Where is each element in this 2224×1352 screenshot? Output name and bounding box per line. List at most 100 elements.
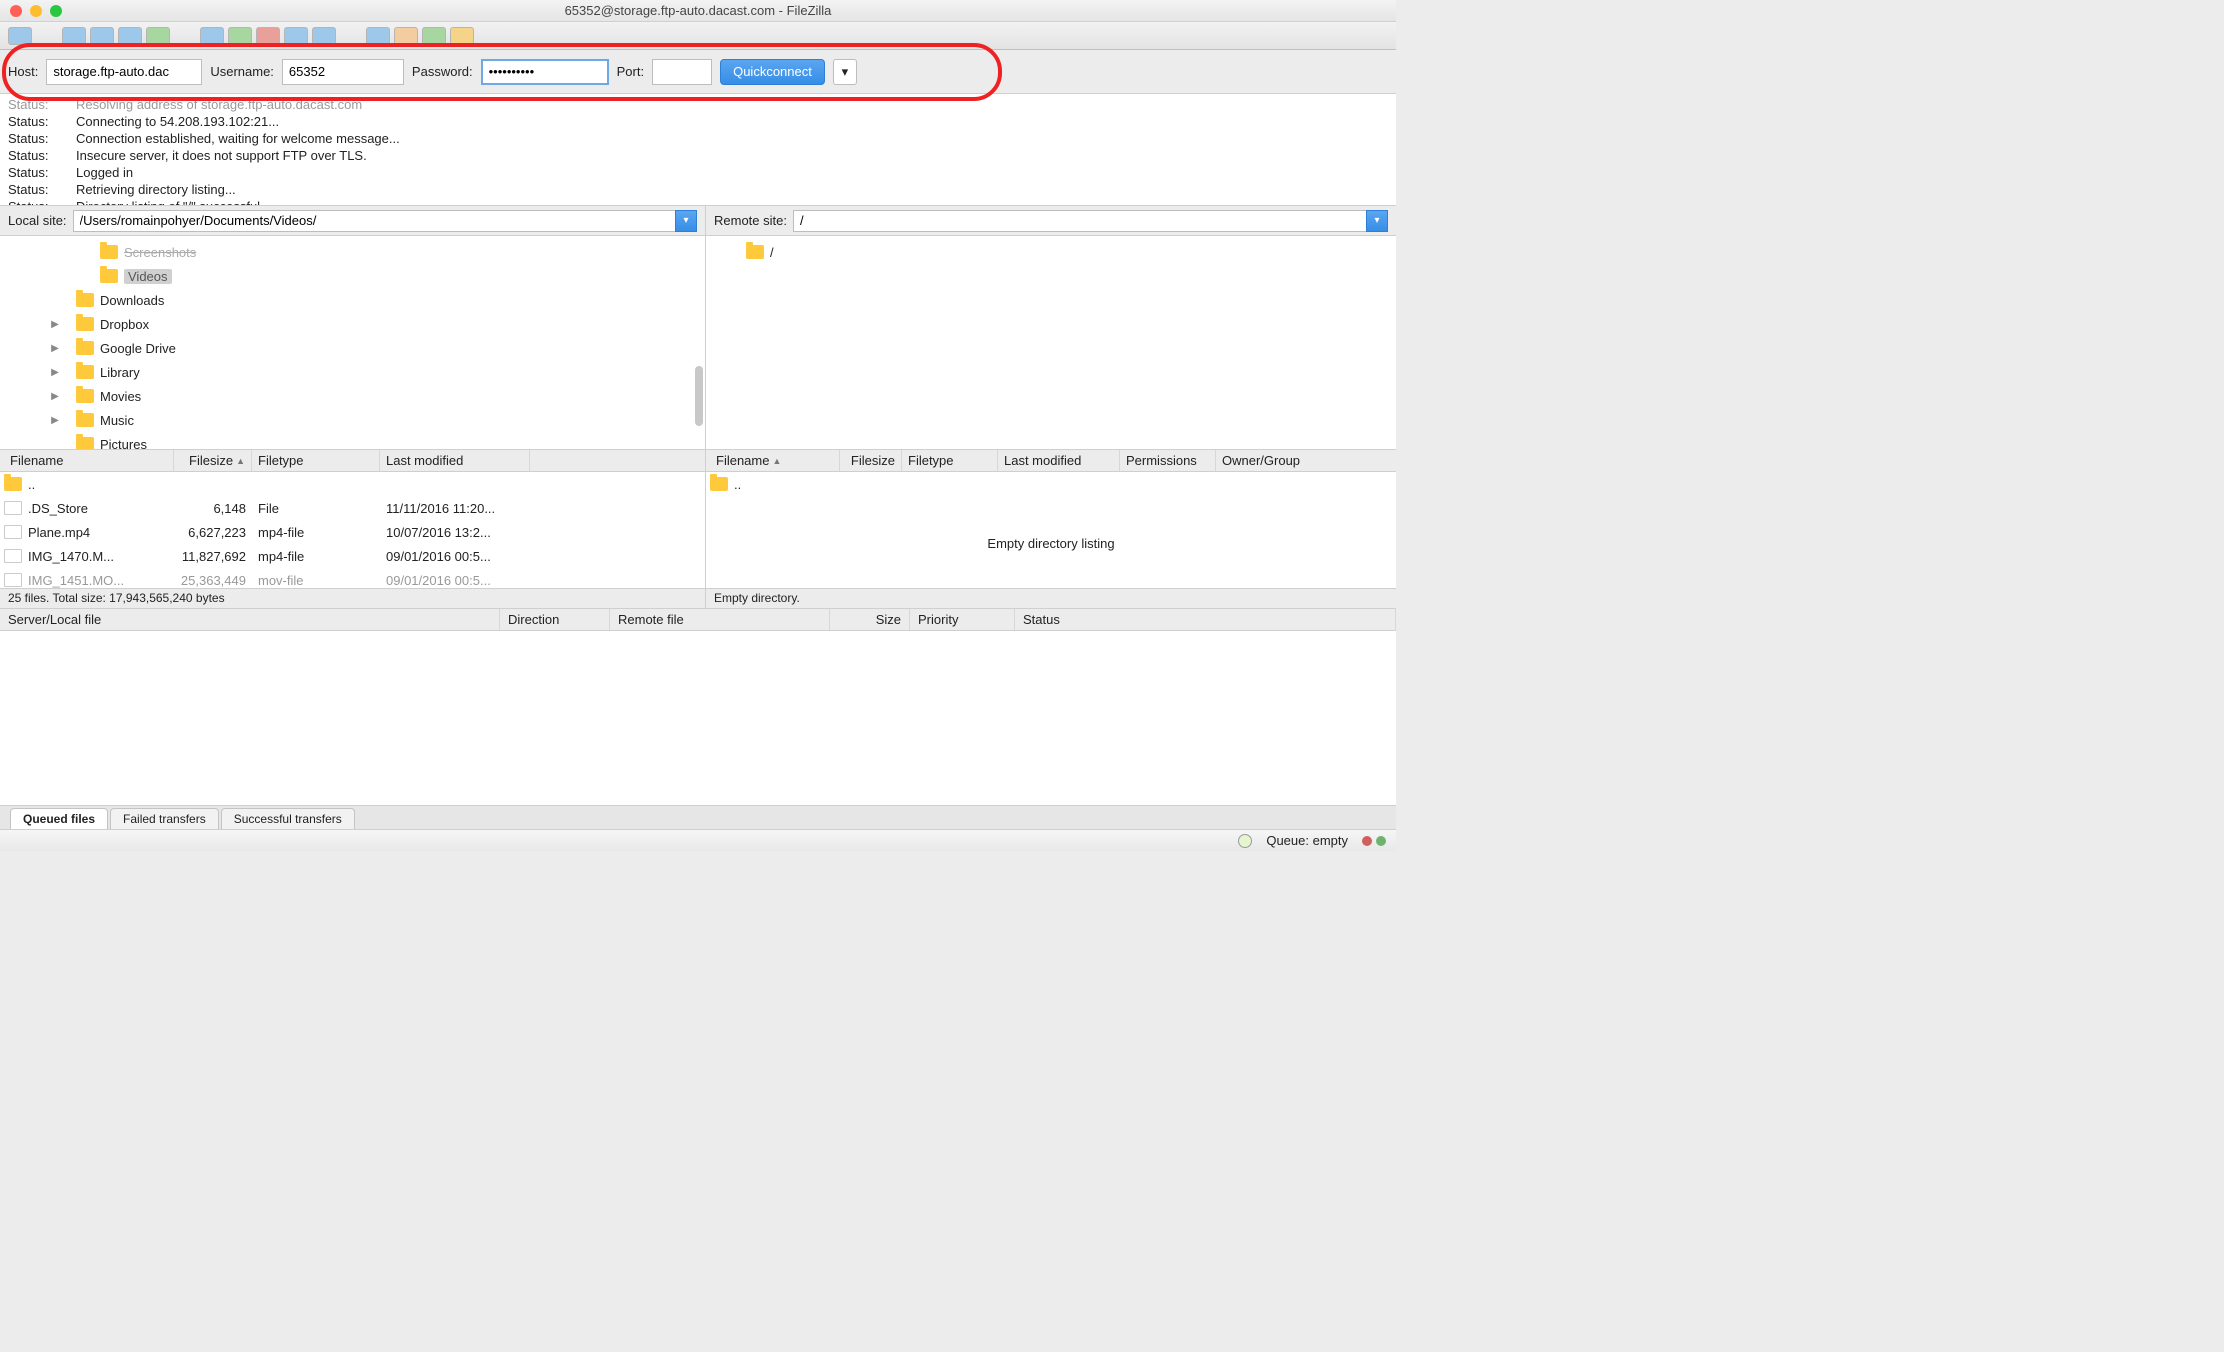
sort-asc-icon: ▲: [236, 456, 245, 466]
message-log[interactable]: Status:Resolving address of storage.ftp-…: [0, 94, 1396, 206]
col-direction[interactable]: Direction: [500, 609, 610, 630]
search-icon[interactable]: [450, 27, 474, 45]
queue-body[interactable]: [0, 631, 1396, 805]
list-item[interactable]: .DS_Store6,148File11/11/2016 11:20...: [0, 496, 705, 520]
log-label: Status:: [8, 198, 60, 206]
compare-icon[interactable]: [394, 27, 418, 45]
col-permissions[interactable]: Permissions: [1120, 450, 1216, 471]
cancel-icon[interactable]: [256, 27, 280, 45]
port-label: Port:: [617, 64, 644, 79]
folder-icon: [76, 437, 94, 450]
remote-path-dropdown[interactable]: ▾: [1366, 210, 1388, 232]
folder-icon: [76, 413, 94, 427]
tree-item[interactable]: ▶Movies: [0, 384, 705, 408]
file-name: ..: [734, 477, 880, 492]
col-status[interactable]: Status: [1015, 609, 1396, 630]
local-tree[interactable]: ScreenshotsVideosDownloads▶Dropbox▶Googl…: [0, 236, 705, 450]
tab-failed-transfers[interactable]: Failed transfers: [110, 808, 219, 829]
chevron-right-icon[interactable]: ▶: [50, 367, 60, 378]
col-filename[interactable]: Filename▲: [710, 450, 840, 471]
list-item[interactable]: ..: [706, 472, 1396, 496]
remote-file-list[interactable]: .. Empty directory listing: [706, 472, 1396, 588]
chevron-right-icon[interactable]: ▶: [50, 343, 60, 354]
username-input[interactable]: [282, 59, 404, 85]
statusbar: Queue: empty: [0, 829, 1396, 851]
log-row: Status:Insecure server, it does not supp…: [8, 147, 1388, 164]
file-size: 11,827,692: [174, 549, 252, 564]
tree-item[interactable]: ▶Dropbox: [0, 312, 705, 336]
local-site-label: Local site:: [8, 213, 67, 228]
tree-item[interactable]: ▶ Library: [0, 360, 705, 384]
tree-item[interactable]: Screenshots: [0, 240, 705, 264]
toggle-tree-icon[interactable]: [90, 27, 114, 45]
tab-successful-transfers[interactable]: Successful transfers: [221, 808, 355, 829]
chevron-right-icon[interactable]: ▶: [50, 391, 60, 402]
remote-site-label: Remote site:: [714, 213, 787, 228]
log-text: Insecure server, it does not support FTP…: [76, 147, 367, 164]
port-input[interactable]: [652, 59, 712, 85]
log-label: Status:: [8, 113, 60, 130]
folder-icon: [100, 245, 118, 259]
list-item[interactable]: ..: [0, 472, 705, 496]
sync-browsing-icon[interactable]: [146, 27, 170, 45]
disconnect-icon[interactable]: [284, 27, 308, 45]
col-filetype[interactable]: Filetype: [902, 450, 998, 471]
list-item[interactable]: Plane.mp46,627,223mp4-file10/07/2016 13:…: [0, 520, 705, 544]
tree-item[interactable]: ▶ Google Drive: [0, 336, 705, 360]
remote-path-input[interactable]: [793, 210, 1366, 232]
local-pane: Local site: ▾ ScreenshotsVideos Downloads…: [0, 206, 705, 608]
window-controls: [10, 5, 62, 17]
filter-icon[interactable]: [366, 27, 390, 45]
tree-item[interactable]: Downloads: [0, 288, 705, 312]
minimize-icon[interactable]: [30, 5, 42, 17]
zoom-icon[interactable]: [50, 5, 62, 17]
tree-item[interactable]: Pictures: [0, 432, 705, 450]
col-filename[interactable]: Filename: [4, 450, 174, 471]
remote-tree[interactable]: /: [706, 236, 1396, 450]
chevron-right-icon[interactable]: ▶: [50, 415, 60, 426]
tree-label: Google Drive: [100, 341, 176, 356]
close-icon[interactable]: [10, 5, 22, 17]
col-size[interactable]: Size: [830, 609, 910, 630]
col-filesize[interactable]: Filesize▲: [174, 450, 252, 471]
lock-icon[interactable]: [1238, 834, 1252, 848]
col-owner[interactable]: Owner/Group: [1216, 450, 1396, 471]
col-priority[interactable]: Priority: [910, 609, 1015, 630]
process-queue-icon[interactable]: [228, 27, 252, 45]
queue-tabs: Queued filesFailed transfersSuccessful t…: [0, 805, 1396, 829]
list-item[interactable]: IMG_1451.MO...25,363,449mov-file09/01/20…: [0, 568, 705, 588]
reconnect-icon[interactable]: [312, 27, 336, 45]
tree-item[interactable]: /: [706, 240, 1396, 264]
password-input[interactable]: [481, 59, 609, 85]
quickconnect-button[interactable]: Quickconnect: [720, 59, 825, 85]
toggle-queue-icon[interactable]: [118, 27, 142, 45]
tree-label: Downloads: [100, 293, 164, 308]
log-label: Status:: [8, 181, 60, 198]
col-modified[interactable]: Last modified: [380, 450, 530, 471]
tab-queued-files[interactable]: Queued files: [10, 808, 108, 829]
col-filetype[interactable]: Filetype: [252, 450, 380, 471]
tree-item[interactable]: ▶Music: [0, 408, 705, 432]
file-icon: [4, 549, 22, 563]
refresh-icon[interactable]: [200, 27, 224, 45]
quickconnect-dropdown[interactable]: ▾: [833, 59, 857, 85]
list-item[interactable]: IMG_1470.M...11,827,692mp4-file09/01/201…: [0, 544, 705, 568]
folder-icon: [710, 477, 728, 491]
col-modified[interactable]: Last modified: [998, 450, 1120, 471]
chevron-right-icon[interactable]: ▶: [50, 319, 60, 330]
col-server-file[interactable]: Server/Local file: [0, 609, 500, 630]
site-manager-icon[interactable]: [8, 27, 32, 45]
host-input[interactable]: [46, 59, 202, 85]
file-name: ..: [28, 477, 174, 492]
col-remote-file[interactable]: Remote file: [610, 609, 830, 630]
toggle-log-icon[interactable]: [62, 27, 86, 45]
local-path-dropdown[interactable]: ▾: [675, 210, 697, 232]
col-filesize[interactable]: Filesize: [840, 450, 902, 471]
file-name: Plane.mp4: [28, 525, 174, 540]
tree-item[interactable]: Videos: [0, 264, 705, 288]
local-file-list[interactable]: ...DS_Store6,148File11/11/2016 11:20...P…: [0, 472, 705, 588]
auto-icon[interactable]: [422, 27, 446, 45]
tree-label: Library: [100, 365, 140, 380]
local-path-input[interactable]: [73, 210, 675, 232]
scrollbar[interactable]: [695, 366, 703, 426]
